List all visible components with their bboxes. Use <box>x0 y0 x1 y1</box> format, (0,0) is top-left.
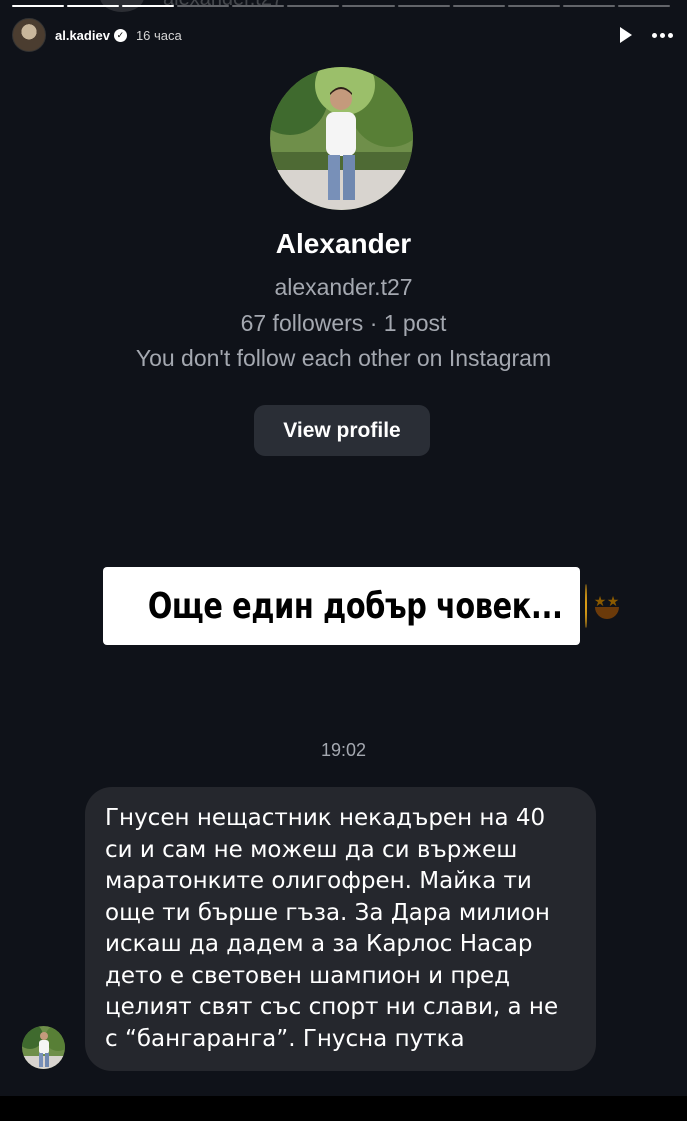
progress-segment <box>122 5 175 7</box>
message-timestamp: 19:02 <box>320 740 367 760</box>
username[interactable]: al.kadiev <box>55 28 110 43</box>
story-frame: alexander.t27 al.kadiev ✓ 16 часа <box>0 0 687 1096</box>
progress-segment <box>507 5 560 7</box>
message-text: Гнусен нещастник некадърен на 40 си и са… <box>105 805 559 1052</box>
follow-status-note: You don't follow each other on Instagram <box>135 345 552 371</box>
progress-segment <box>232 5 285 7</box>
progress-segment <box>397 5 450 7</box>
avatar[interactable] <box>12 18 46 52</box>
profile-picture <box>270 67 413 210</box>
bottom-bar <box>0 1096 687 1121</box>
progress-segment <box>67 5 120 7</box>
verified-badge-icon: ✓ <box>113 28 127 42</box>
progress-segment <box>287 5 340 7</box>
progress-segment <box>177 5 230 7</box>
progress-segment <box>342 5 395 7</box>
progress-segment <box>562 5 615 7</box>
story-progress-bar <box>12 5 670 8</box>
sender-avatar <box>22 1026 65 1069</box>
star-struck-emoji-icon: ★ ★ <box>584 584 619 628</box>
text-sticker: Още един добър човек... ★ ★ <box>103 567 619 645</box>
more-options-icon[interactable] <box>652 32 673 38</box>
view-profile-button[interactable]: View profile <box>254 405 430 456</box>
profile-handle: alexander.t27 <box>274 274 413 300</box>
profile-name: Alexander <box>275 228 412 259</box>
post-time: 16 часа <box>135 27 182 43</box>
progress-segment <box>452 5 505 7</box>
play-icon[interactable] <box>620 27 632 43</box>
sticker-text: Още един добър човек... <box>148 585 563 627</box>
story-header: al.kadiev ✓ 16 часа <box>12 18 673 52</box>
progress-segment <box>617 5 670 7</box>
progress-segment <box>12 5 65 7</box>
message-bubble: Гнусен нещастник некадърен на 40 си и са… <box>85 787 596 1071</box>
profile-stats: 67 followers · 1 post <box>240 310 447 336</box>
